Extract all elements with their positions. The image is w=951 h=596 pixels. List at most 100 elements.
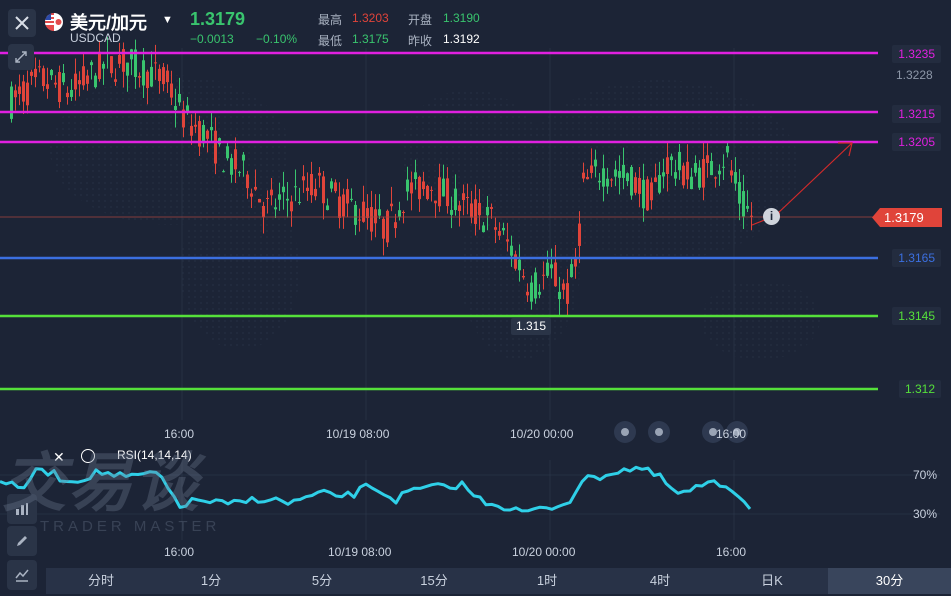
candle-body <box>202 124 205 144</box>
candle-body <box>738 182 741 204</box>
candle-body <box>74 73 77 90</box>
candle-body <box>130 49 133 60</box>
candle-body <box>234 149 237 170</box>
candle-body <box>354 204 357 225</box>
candle-body <box>358 219 361 221</box>
level-tag-1[interactable]: 1.3235 <box>892 45 941 63</box>
rsi-close-icon[interactable]: ✕ <box>53 449 65 466</box>
tab-1m[interactable]: 1分 <box>156 568 266 594</box>
candle-body <box>682 165 685 186</box>
candle-body <box>86 75 89 84</box>
draw-button[interactable] <box>7 526 37 556</box>
candle-body <box>674 172 677 179</box>
candle-body <box>726 146 729 153</box>
price-change-pct: −0.10% <box>256 32 298 46</box>
rsi-title: RSI(14,14,14) <box>117 448 192 462</box>
candle-body <box>318 172 321 176</box>
candle-body <box>434 200 437 204</box>
candle-body <box>50 69 53 76</box>
candle-body <box>558 291 561 300</box>
level-tag-4[interactable]: 1.3165 <box>892 249 941 267</box>
level-tag-5[interactable]: 1.3145 <box>892 307 941 325</box>
candle-body <box>342 194 345 217</box>
candle-body <box>270 189 273 196</box>
candle-body <box>310 173 313 196</box>
candle-body <box>410 182 413 194</box>
expand-button[interactable] <box>8 44 34 70</box>
candle-body <box>618 171 621 178</box>
candle-body <box>326 205 329 211</box>
candle-body <box>390 203 393 207</box>
tab-tick[interactable]: 分时 <box>46 568 156 594</box>
candle-body <box>210 126 213 131</box>
candle-body <box>538 291 541 295</box>
candle-body <box>606 178 609 187</box>
candle-body <box>370 207 373 232</box>
tab-4h[interactable]: 4时 <box>604 568 716 594</box>
candle-body <box>34 68 37 78</box>
candle-body <box>502 227 505 231</box>
candle-body <box>98 51 101 80</box>
rsi-time-label-4: 16:00 <box>716 545 747 559</box>
candle-body <box>574 258 577 267</box>
candle-body <box>78 80 81 85</box>
candle-body <box>506 239 509 242</box>
candle-body <box>546 262 549 276</box>
candle-body <box>246 174 249 189</box>
eye-icon[interactable] <box>81 449 95 463</box>
candle-body <box>250 193 253 197</box>
nav-dot-2[interactable] <box>648 421 670 443</box>
open-label: 开盘 <box>408 13 433 27</box>
level-tag-2[interactable]: 1.3215 <box>892 105 941 123</box>
tab-15m[interactable]: 15分 <box>378 568 490 594</box>
high-value: 1.3203 <box>352 11 389 25</box>
tab-1h[interactable]: 1时 <box>490 568 604 594</box>
candle-body <box>530 282 533 302</box>
candle-body <box>602 168 605 187</box>
nav-dot-1[interactable] <box>614 421 636 443</box>
candle-body <box>722 166 725 168</box>
indicator-button[interactable] <box>7 494 37 524</box>
candle-body <box>254 186 257 190</box>
close-button[interactable] <box>8 9 36 37</box>
candle-body <box>718 170 721 175</box>
tab-1d[interactable]: 日K <box>716 568 828 594</box>
candle-body <box>742 191 745 217</box>
candle-body <box>238 171 241 173</box>
candle-body <box>498 231 501 236</box>
candle-body <box>146 71 149 89</box>
candle-body <box>590 165 593 173</box>
chart-indicator-icon <box>16 503 28 515</box>
candle-body <box>150 66 153 87</box>
time-label-2: 10/19 08:00 <box>326 427 390 441</box>
candle-body <box>174 106 177 111</box>
chevron-down-icon[interactable]: ▼ <box>162 14 173 26</box>
candle-body <box>650 182 653 201</box>
candle-body <box>58 72 61 103</box>
candle-body <box>614 169 617 177</box>
candle-body <box>522 275 525 278</box>
candle-body <box>262 205 265 218</box>
candle-body <box>426 185 429 200</box>
info-icon[interactable]: i <box>763 208 780 225</box>
candle-body <box>82 66 85 86</box>
candle-body <box>666 157 669 175</box>
tab-5m[interactable]: 5分 <box>266 568 378 594</box>
candle-body <box>366 208 369 219</box>
candle-body <box>658 175 661 193</box>
level-tag-6[interactable]: 1.312 <box>898 380 941 398</box>
tab-30m[interactable]: 30分 <box>828 568 951 594</box>
candle-body <box>382 218 385 239</box>
candle-body <box>142 60 145 86</box>
line-tool-button[interactable] <box>7 560 37 590</box>
rsi-level-low: 30% <box>912 507 937 521</box>
candle-body <box>334 182 337 192</box>
candle-body <box>454 188 457 211</box>
candle-body <box>30 71 33 76</box>
candle-body <box>378 209 381 216</box>
open-value: 1.3190 <box>443 11 480 25</box>
candle-body <box>314 188 317 197</box>
candlestick-chart[interactable] <box>0 0 951 596</box>
candle-body <box>442 178 445 197</box>
level-tag-3[interactable]: 1.3205 <box>892 133 941 151</box>
